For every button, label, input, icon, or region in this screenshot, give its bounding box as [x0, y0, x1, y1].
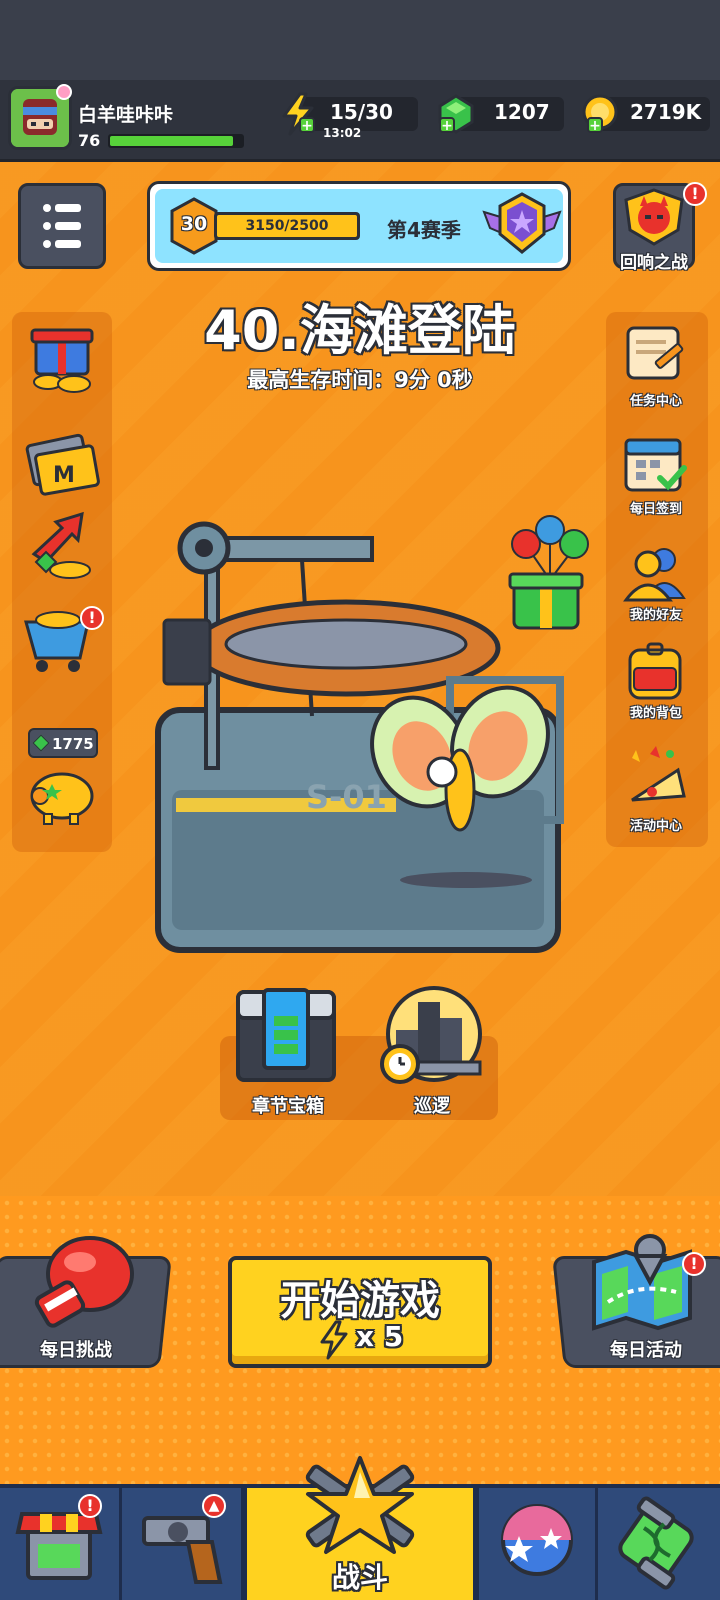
- lightning-icon: +: [282, 92, 315, 136]
- menu-button[interactable]: [18, 183, 106, 269]
- monthly-card-icon[interactable]: M: [24, 428, 104, 502]
- friends-icon[interactable]: [620, 542, 692, 606]
- notification-dot-icon: !: [682, 1252, 706, 1276]
- svg-text:+: +: [441, 118, 453, 134]
- svg-text:+: +: [301, 118, 313, 134]
- season-progress-text: 3150/2500: [245, 218, 329, 234]
- event-center-label: 活动中心: [629, 819, 682, 834]
- gem-icon: [32, 734, 50, 752]
- flower-icon: [56, 84, 72, 100]
- patrol-icon[interactable]: [378, 986, 486, 1086]
- nav-tab-talents[interactable]: [476, 1488, 598, 1600]
- backpack-icon[interactable]: [620, 640, 692, 704]
- scroll-icon[interactable]: [618, 322, 694, 384]
- boxing-glove-icon: [34, 1236, 134, 1328]
- notification-dot-icon: !: [80, 606, 104, 630]
- player-name: 白羊哇咔咔: [78, 104, 174, 126]
- ship-code: S-01: [306, 778, 387, 816]
- chapter-chest-icon[interactable]: [234, 986, 338, 1086]
- piggy-bank-icon[interactable]: [22, 762, 102, 828]
- notification-dot-icon: !: [683, 182, 707, 206]
- piggy-bank-gems-bubble[interactable]: 1775: [28, 728, 98, 758]
- task-center-label: 任务中心: [629, 394, 682, 409]
- upgrade-arrow-icon: ▲: [202, 1494, 226, 1518]
- map-icon: [592, 1234, 692, 1331]
- gem-icon: +: [438, 94, 474, 134]
- daily-event-label: 每日活动: [610, 1340, 682, 1361]
- notification-dot-icon: !: [78, 1494, 102, 1518]
- svg-text:+: +: [589, 118, 601, 134]
- status-area: [0, 0, 720, 80]
- lightning-icon: [320, 1320, 348, 1360]
- coin-icon: +: [582, 94, 618, 134]
- start-game-cost: x 5: [356, 1320, 404, 1353]
- xp-bar-fill: [110, 136, 233, 146]
- season-label: 第4赛季: [387, 218, 461, 242]
- coins-value: 2719K: [630, 100, 702, 124]
- daily-checkin-label: 每日签到: [629, 502, 682, 517]
- patrol-label: 巡逻: [414, 1096, 450, 1117]
- stage-ship-illustration: [155, 521, 564, 953]
- my-friends-label: 我的好友: [629, 608, 682, 623]
- my-backpack-label: 我的背包: [629, 706, 682, 721]
- player-level: 76: [78, 131, 101, 150]
- daily-challenge-label: 每日挑战: [40, 1340, 112, 1361]
- gift-coins-icon[interactable]: [26, 322, 102, 396]
- nav-tab-shop[interactable]: [0, 1488, 122, 1600]
- svg-text:M: M: [53, 463, 75, 488]
- echo-battle-label: 回响之战: [620, 253, 688, 273]
- calendar-icon[interactable]: [620, 432, 692, 496]
- star-orb-icon: [501, 1504, 573, 1576]
- start-game-label: 开始游戏: [280, 1278, 440, 1324]
- growth-arrow-icon[interactable]: [26, 510, 100, 584]
- dna-capsule-icon: [618, 1496, 694, 1590]
- nav-tab-evolution[interactable]: [598, 1488, 720, 1600]
- nav-tab-battle-label: 战斗: [331, 1561, 388, 1594]
- energy-value: 15/30: [330, 100, 393, 124]
- gems-value: 1207: [494, 100, 550, 124]
- energy-timer: 13:02: [323, 126, 362, 140]
- list-icon: [43, 204, 81, 248]
- xp-bar: [108, 134, 244, 148]
- devil-icon: [624, 188, 684, 246]
- season-badge-icon: [482, 192, 562, 254]
- party-horn-icon[interactable]: [618, 740, 694, 814]
- chapter-chest-label: 章节宝箱: [252, 1096, 324, 1117]
- season-level: 30: [180, 213, 208, 235]
- piggy-bank-gems-value: 1775: [52, 735, 94, 753]
